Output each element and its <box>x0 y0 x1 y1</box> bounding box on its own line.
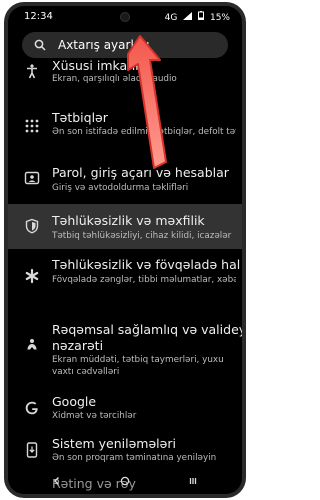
status-bar: 12:34 4G 15% <box>8 6 242 28</box>
item-subtitle: Ən son istifadə edilmiş tətbiqlər, defol… <box>52 127 236 137</box>
item-subtitle: Ekran, qarşılıqlı əlaqə, audio <box>52 74 177 84</box>
item-subtitle: Ən son proqram təminatına yeniləyin <box>52 453 217 463</box>
battery-icon <box>198 11 207 23</box>
account-card-icon <box>24 171 40 185</box>
signal-icon <box>183 12 195 23</box>
settings-search-bar[interactable]: Axtarış ayarları <box>22 32 228 58</box>
settings-item-accessibility[interactable]: Xüsusi imkanlar Ekran, qarşılıqlı əlaqə,… <box>8 58 242 91</box>
item-title: Xüsusi imkanlar <box>52 58 152 73</box>
settings-item-safety-emergency[interactable]: Təhlükəsizlik və fövqəladə hal Fövqəladə… <box>8 254 242 302</box>
settings-screen: 12:34 4G 15% Axtarış ayarları Xüsusi imk… <box>8 6 242 494</box>
search-icon <box>34 39 46 51</box>
item-subtitle-line1: Ekran müddəti, tətbiq taymerləri, yuxu <box>52 355 224 365</box>
wellbeing-icon <box>27 339 37 350</box>
settings-item-google[interactable]: Google Xidmət və tərcihlər <box>8 392 242 428</box>
asterisk-icon <box>25 268 39 284</box>
settings-item-passwords[interactable]: Parol, giriş açarı və hesablar Giriş və … <box>8 156 242 201</box>
item-title: Təhlükəsizlik və fövqəladə hal <box>52 257 241 272</box>
apps-grid-icon <box>25 119 39 133</box>
item-subtitle: Giriş və avtodoldurma təklifləri <box>52 183 189 193</box>
phone-update-icon <box>26 442 38 458</box>
settings-item-security-privacy[interactable]: Təhlükəsizlik və məxfilik Tətbiq təhlükə… <box>8 204 242 249</box>
settings-item-digital-wellbeing[interactable]: Rəqəmsal sağlamlıq və valideyn nəzarəti … <box>8 321 242 383</box>
item-subtitle: Tətbiq təhlükəsizliyi, cihaz kilidi, ica… <box>52 231 232 241</box>
item-subtitle: Xidmət və tərcihlər <box>52 411 137 421</box>
battery-percent: 15% <box>209 13 230 23</box>
settings-item-system-updates[interactable]: Sistem yeniləmələri Ən son proqram təmin… <box>8 434 242 468</box>
item-title: Google <box>52 394 97 409</box>
search-placeholder: Axtarış ayarları <box>58 38 150 52</box>
item-title-line1: Rəqəmsal sağlamlıq və valideyn <box>52 322 242 337</box>
recents-icon[interactable] <box>188 476 198 489</box>
settings-item-apps[interactable]: Tətbiqlər Ən son istifadə edilmiş tətbiq… <box>8 106 242 146</box>
accessibility-icon <box>27 64 37 79</box>
item-title: Sistem yeniləmələri <box>52 436 176 451</box>
item-title-line2: nəzarəti <box>52 338 104 353</box>
item-subtitle-line2: vaxtı cədvəlləri <box>52 367 120 377</box>
back-icon[interactable] <box>52 476 62 489</box>
item-title: Parol, giriş açarı və hesablar <box>52 165 229 180</box>
item-title: Tətbiqlər <box>52 110 108 125</box>
system-nav-bar <box>8 472 242 494</box>
google-icon <box>25 401 38 415</box>
status-time: 12:34 <box>24 11 53 22</box>
item-title: Təhlükəsizlik və məxfilik <box>52 213 205 228</box>
item-subtitle: Fövqəladə zənglər, tibbi məlumatlar, xəb… <box>52 275 236 285</box>
front-camera <box>120 12 130 22</box>
network-type: 4G <box>164 13 178 23</box>
status-icons: 4G 15% <box>162 11 230 23</box>
phone-frame: 12:34 4G 15% Axtarış ayarları Xüsusi imk… <box>0 0 250 500</box>
home-icon[interactable] <box>120 476 130 489</box>
shield-icon <box>25 218 39 234</box>
